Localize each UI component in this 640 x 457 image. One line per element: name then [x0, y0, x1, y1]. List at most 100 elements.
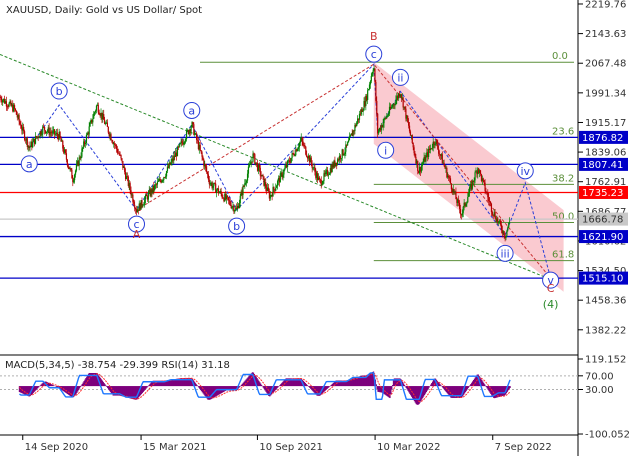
candle-body	[107, 126, 109, 133]
fib-label: 23.6	[552, 126, 574, 137]
candle-body	[489, 201, 492, 204]
candle-body	[433, 141, 435, 145]
candle-body	[276, 180, 279, 186]
macd-bar	[403, 384, 406, 387]
candle-body	[437, 143, 439, 149]
candle-body	[165, 176, 167, 178]
candle-body	[436, 140, 438, 144]
candle-body	[199, 144, 201, 151]
candle-body	[80, 156, 82, 159]
candle-body	[29, 146, 31, 148]
candle-body	[358, 113, 361, 120]
macd-bar	[239, 386, 241, 387]
candle-body	[89, 122, 91, 127]
candle-body	[428, 148, 430, 157]
wave-label-degree: (4)	[543, 298, 559, 311]
candle-body	[411, 135, 413, 143]
candle-body	[162, 179, 164, 181]
wave-label-minor: ii	[397, 71, 403, 84]
candle-body	[484, 182, 486, 191]
candle-body	[466, 202, 468, 205]
candle-body	[143, 204, 145, 206]
candle-body	[23, 126, 25, 132]
candle-body	[465, 204, 467, 206]
candle-body	[32, 141, 34, 148]
wave-label-major: C	[547, 282, 555, 295]
price-tag-label: 1666.78	[582, 215, 623, 226]
candle-body	[209, 183, 211, 185]
candle-body	[325, 171, 327, 175]
candle-body	[190, 126, 192, 132]
candle-body	[135, 208, 137, 210]
candle-body	[13, 105, 16, 109]
candle-body	[327, 170, 329, 176]
candle-body	[64, 149, 67, 154]
chart-canvas: 0.023.638.250.061.8 abcabciiiiiiivvABC(4…	[0, 0, 630, 456]
candle-body	[195, 133, 198, 140]
candle-body	[46, 131, 48, 132]
wave-label-minor: b	[233, 220, 240, 233]
candle-body	[54, 133, 57, 135]
candle-body	[273, 187, 275, 190]
candle-body	[20, 124, 22, 129]
y-tick-label: 1991.34	[585, 88, 626, 99]
candle-body	[458, 199, 460, 203]
candle-body	[59, 131, 61, 138]
candle-body	[367, 90, 369, 100]
candle-body	[498, 221, 500, 223]
candle-body	[462, 206, 464, 213]
candle-body	[246, 180, 248, 183]
candle-body	[192, 122, 194, 125]
candle-body	[267, 187, 270, 192]
wave-label-minor: b	[56, 85, 63, 98]
macd-bar	[79, 386, 82, 387]
candle-body	[404, 106, 406, 109]
candle-body	[227, 197, 230, 201]
price-tag-label: 1515.10	[582, 274, 623, 285]
candle-body	[193, 124, 195, 135]
candle-body	[290, 157, 292, 163]
price-tag-label: 1876.82	[582, 133, 623, 144]
candle-body	[443, 162, 445, 166]
candle-body	[284, 167, 286, 170]
candle-body	[78, 157, 80, 166]
candle-body	[468, 193, 470, 198]
candle-body	[73, 180, 75, 183]
candle-body	[242, 185, 244, 196]
candle-body	[93, 113, 95, 119]
y-tick-label: 2143.63	[585, 29, 626, 40]
candle-body	[81, 148, 83, 157]
candle-body	[461, 212, 463, 216]
candle-body	[208, 179, 210, 185]
x-tick-label: 14 Sep 2020	[25, 442, 88, 453]
wave-label-minor: iii	[501, 247, 510, 260]
candle-body	[276, 185, 278, 188]
candle-body	[347, 140, 350, 143]
candle-body	[95, 105, 98, 111]
candle-body	[302, 141, 304, 146]
wave-label-minor: iv	[520, 165, 530, 178]
candle-body	[70, 168, 72, 170]
indicator-y-tick-label: 30.00	[585, 385, 614, 396]
candle-body	[200, 150, 202, 153]
y-tick-label: 2067.48	[585, 59, 626, 70]
candle-body	[185, 139, 187, 142]
candle-body	[74, 174, 76, 181]
candle-body	[244, 183, 246, 187]
candle-body	[205, 164, 207, 168]
candle-body	[104, 123, 107, 125]
candle-body	[408, 122, 410, 126]
candle-body	[92, 118, 94, 123]
fib-label: 0.0	[552, 51, 568, 62]
candle-body	[103, 114, 105, 120]
candle-body	[165, 171, 168, 177]
candle-body	[448, 175, 450, 178]
candle-body	[201, 152, 203, 157]
candle-body	[121, 158, 123, 161]
candle-body	[130, 190, 132, 196]
candle-body	[220, 191, 222, 194]
candle-body	[293, 153, 295, 156]
candle-body	[246, 173, 249, 181]
candle-body	[120, 154, 122, 159]
candle-body	[345, 144, 347, 152]
